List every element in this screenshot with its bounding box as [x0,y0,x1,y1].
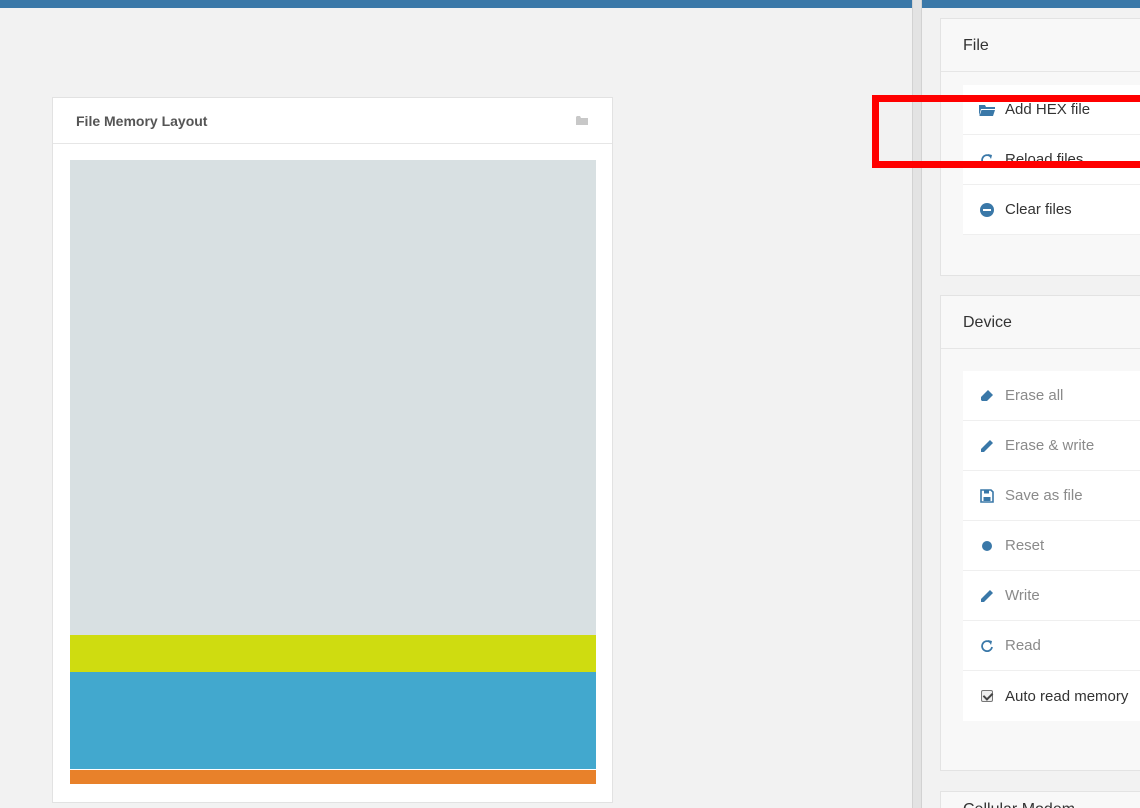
read-label: Read [1005,637,1041,654]
reset-label: Reset [1005,537,1045,554]
pencil-icon [979,588,995,604]
memory-region-unused[interactable] [70,160,596,635]
clear-files-label: Clear files [1005,201,1072,218]
read-button[interactable]: Read [963,621,1140,671]
cellular-modem-section: Cellular Modem [940,791,1140,808]
dot-icon [979,538,995,554]
auto-read-memory-checkbox[interactable]: Auto read memory [963,671,1140,721]
checkbox-checked-icon[interactable] [979,688,995,704]
erase-and-write-button[interactable]: Erase & write [963,421,1140,471]
erase-all-button[interactable]: Erase all [963,371,1140,421]
erase-all-label: Erase all [1005,387,1064,404]
write-button[interactable]: Write [963,571,1140,621]
erase-and-write-label: Erase & write [1005,437,1095,454]
minus-circle-icon [979,202,995,218]
folder-icon [576,116,588,125]
eraser-icon [979,388,995,404]
save-as-file-label: Save as file [1005,487,1083,504]
memory-layout-map [70,160,596,785]
write-label: Write [1005,587,1040,604]
memory-region-2[interactable] [70,672,596,769]
device-section: Device Erase all Erase & write Save as f… [940,295,1140,771]
pencil-icon [979,438,995,454]
save-icon [979,488,995,504]
device-button-group: Erase all Erase & write Save as file Res… [963,371,1140,721]
highlight-annotation-box [872,95,1140,168]
auto-read-memory-label: Auto read memory [1005,687,1129,705]
memory-panel-header: File Memory Layout [53,98,612,144]
memory-region-3[interactable] [70,770,596,784]
device-section-title: Device [941,296,1140,349]
cellular-modem-section-title: Cellular Modem [941,792,1140,808]
top-accent-bar [0,0,1140,8]
reset-button[interactable]: Reset [963,521,1140,571]
clear-files-button[interactable]: Clear files [963,185,1140,235]
save-as-file-button[interactable]: Save as file [963,471,1140,521]
memory-panel-title: File Memory Layout [76,112,208,129]
reload-icon [979,638,995,654]
file-memory-layout-panel: File Memory Layout [52,97,613,803]
file-section-title: File [941,19,1140,72]
memory-region-1[interactable] [70,635,596,672]
